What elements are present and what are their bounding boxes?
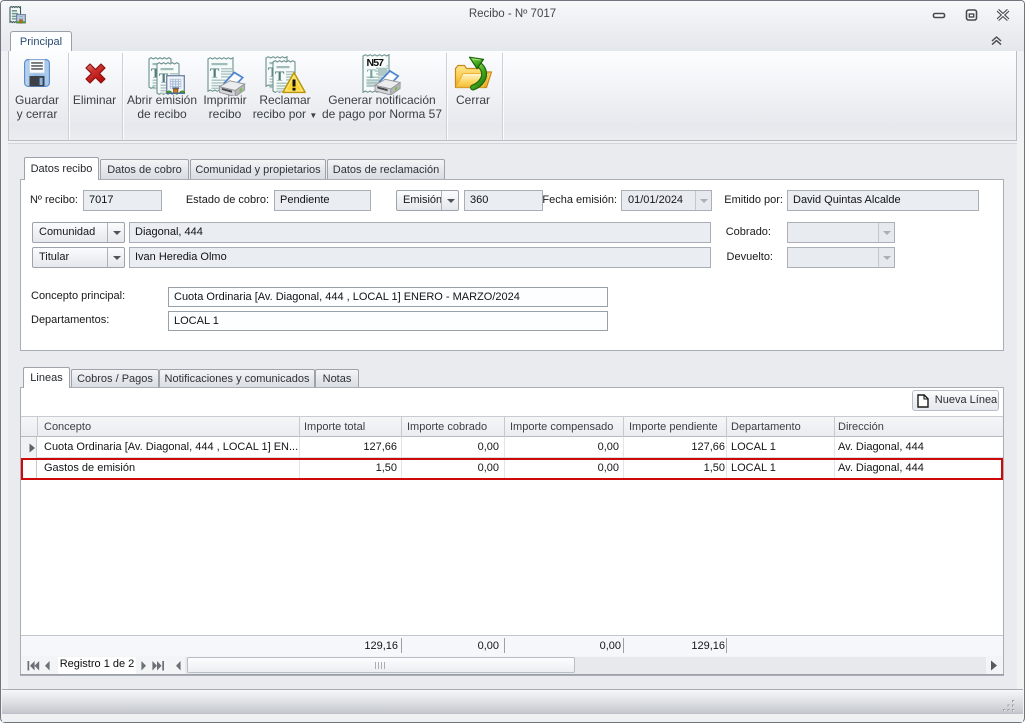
svg-text:T: T	[275, 70, 285, 85]
svg-text:T: T	[210, 67, 220, 82]
svg-text:T: T	[367, 66, 376, 81]
